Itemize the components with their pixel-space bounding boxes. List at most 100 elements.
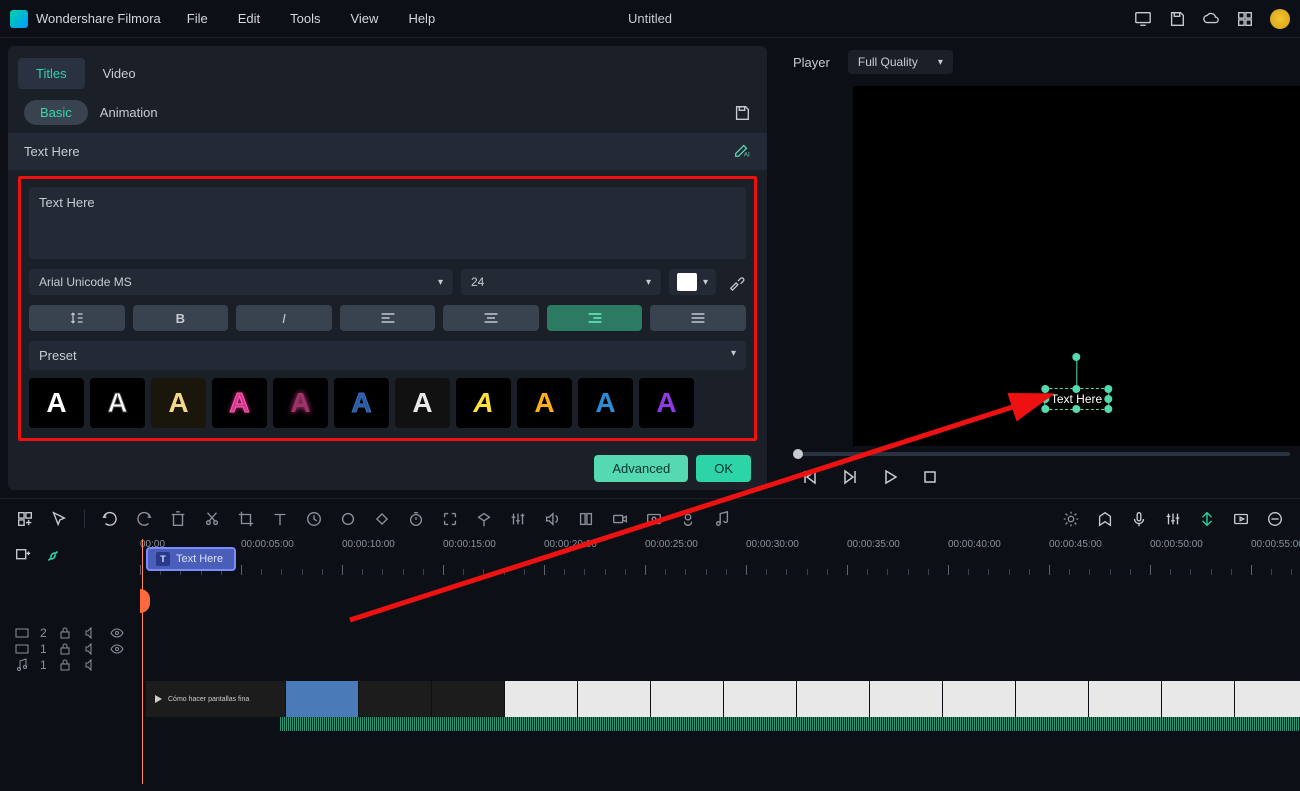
scrub-thumb[interactable] [793,449,803,459]
preset-9[interactable]: A [517,378,572,428]
rotate-handle[interactable] [1072,353,1080,361]
mic-icon[interactable] [1130,510,1148,528]
playhead[interactable] [142,539,143,784]
preset-3[interactable]: A [151,378,206,428]
resize-handle[interactable] [1072,405,1080,413]
brightness-icon[interactable] [1062,510,1080,528]
italic-button[interactable]: I [236,305,332,331]
video-track-icon[interactable] [14,641,30,657]
font-selector[interactable]: Arial Unicode MS ▾ [29,269,453,295]
mixer-icon[interactable] [1164,510,1182,528]
resize-handle[interactable] [1041,385,1049,393]
cursor-icon[interactable] [50,510,68,528]
speed-icon[interactable] [305,510,323,528]
mute-icon[interactable] [83,625,99,641]
resize-handle[interactable] [1072,385,1080,393]
lock-icon[interactable] [57,641,73,657]
preset-10[interactable]: A [578,378,633,428]
lock-icon[interactable] [57,625,73,641]
link-icon[interactable] [44,547,62,565]
zoom-out-icon[interactable] [1266,510,1284,528]
audio-icon[interactable] [543,510,561,528]
next-frame-icon[interactable] [841,468,859,486]
text-icon[interactable] [271,510,289,528]
tab-video[interactable]: Video [85,58,154,89]
snap-icon[interactable] [1198,510,1216,528]
stop-icon[interactable] [921,468,939,486]
preset-1[interactable]: A [29,378,84,428]
preset-11[interactable]: A [639,378,694,428]
cut-icon[interactable] [203,510,221,528]
undo-icon[interactable] [101,510,119,528]
save-icon[interactable] [1168,10,1186,28]
play-icon[interactable] [881,468,899,486]
focus-icon[interactable] [441,510,459,528]
preset-dropdown[interactable]: Preset ▾ [29,341,746,370]
grid-icon[interactable] [1236,10,1254,28]
preset-2[interactable]: A [90,378,145,428]
user-avatar[interactable] [1270,9,1290,29]
align-left-button[interactable] [340,305,436,331]
eyedropper-icon[interactable] [728,273,746,291]
timer-icon[interactable] [407,510,425,528]
prev-frame-icon[interactable] [801,468,819,486]
line-spacing-button[interactable] [29,305,125,331]
preset-5[interactable]: A [273,378,328,428]
visibility-icon[interactable] [109,641,125,657]
ai-edit-icon[interactable]: AI [733,141,751,162]
cloud-icon[interactable] [1202,10,1220,28]
resize-handle[interactable] [1041,405,1049,413]
add-media-icon[interactable] [16,510,34,528]
menu-view[interactable]: View [350,11,378,26]
align-center-button[interactable] [443,305,539,331]
preview-text-overlay[interactable]: Text Here [1044,388,1109,410]
tab-titles[interactable]: Titles [18,58,85,89]
player-scrubber[interactable] [793,452,1290,456]
resize-handle[interactable] [1104,405,1112,413]
record-icon[interactable] [611,510,629,528]
menu-help[interactable]: Help [408,11,435,26]
preset-6[interactable]: A [334,378,389,428]
adjust-icon[interactable] [509,510,527,528]
voiceover-icon[interactable] [679,510,697,528]
crop-icon[interactable] [237,510,255,528]
font-color-selector[interactable]: ▾ [669,269,716,295]
audio-track-icon[interactable] [14,657,30,673]
screenshot-icon[interactable] [645,510,663,528]
align-right-button[interactable] [547,305,643,331]
bold-button[interactable]: B [133,305,229,331]
music-icon[interactable] [713,510,731,528]
title-track-icon[interactable] [14,625,30,641]
menu-file[interactable]: File [187,11,208,26]
mute-icon[interactable] [83,657,99,673]
preview-viewport[interactable]: Text Here [853,86,1300,446]
align-justify-button[interactable] [650,305,746,331]
keyframe-icon[interactable] [373,510,391,528]
mask-icon[interactable] [475,510,493,528]
menu-edit[interactable]: Edit [238,11,260,26]
preset-4[interactable]: A [212,378,267,428]
ok-button[interactable]: OK [696,455,751,482]
render-icon[interactable] [1232,510,1250,528]
menu-tools[interactable]: Tools [290,11,320,26]
lock-icon[interactable] [57,657,73,673]
resize-handle[interactable] [1104,395,1112,403]
marker-icon[interactable] [1096,510,1114,528]
monitor-icon[interactable] [1134,10,1152,28]
preset-7[interactable]: A [395,378,450,428]
delete-icon[interactable] [169,510,187,528]
resize-handle[interactable] [1104,385,1112,393]
save-preset-icon[interactable] [733,104,751,122]
redo-icon[interactable] [135,510,153,528]
time-ruler[interactable]: 00:0000:00:05:0000:00:10:0000:00:15:0000… [140,539,1300,575]
advanced-button[interactable]: Advanced [594,455,688,482]
title-text-input[interactable] [29,187,746,259]
subtab-basic[interactable]: Basic [24,100,88,125]
resize-handle[interactable] [1041,395,1049,403]
color-icon[interactable] [339,510,357,528]
quality-selector[interactable]: Full Quality ▾ [848,50,953,74]
subtab-animation[interactable]: Animation [100,105,158,120]
title-clip[interactable]: T Text Here [146,547,236,571]
mute-icon[interactable] [83,641,99,657]
detach-icon[interactable] [577,510,595,528]
